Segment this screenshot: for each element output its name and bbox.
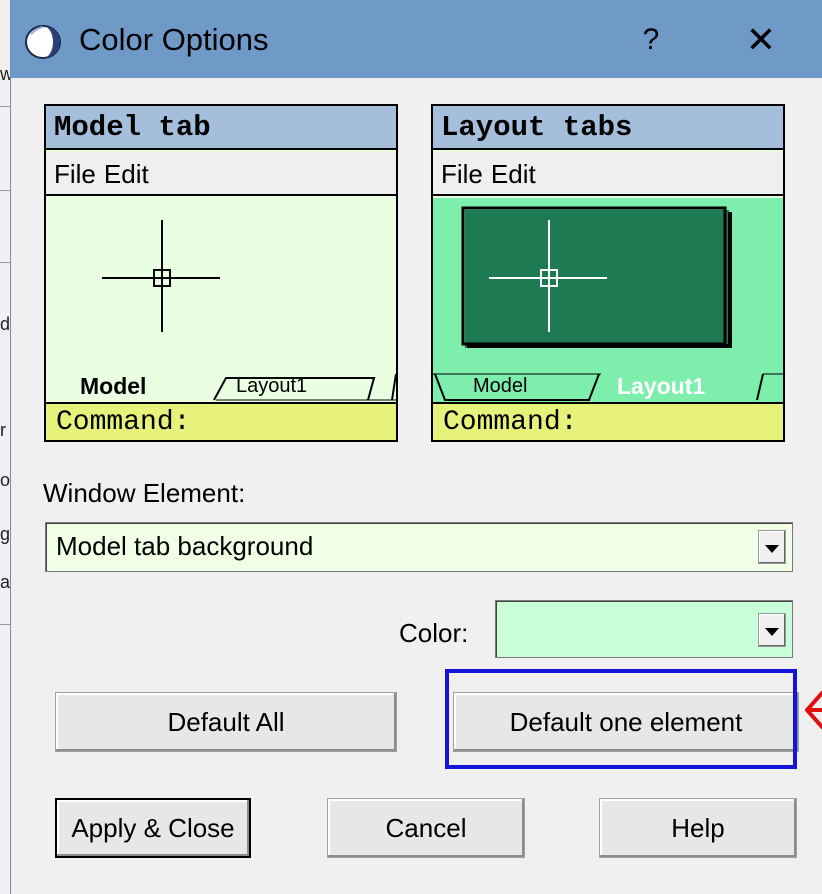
preview-header: Model tab (46, 106, 396, 150)
background-text: r (0, 420, 6, 440)
color-options-dialog: Color Options ? ✕ Model tab File Edit Mod… (10, 0, 822, 894)
model-preview-tabs: Model Layout1 (46, 370, 396, 402)
preview-header: Layout tabs (433, 106, 783, 150)
paper-sheet-icon (461, 206, 732, 348)
default-one-element-button[interactable]: Default one element (453, 692, 799, 752)
preview-menu: File Edit (433, 152, 783, 196)
crosshair-icon (102, 220, 220, 332)
arrow-icon (805, 690, 822, 730)
cancel-button[interactable]: Cancel (327, 798, 525, 858)
window-element-value: Model tab background (56, 531, 314, 561)
tab-layout1: Layout1 (236, 375, 308, 397)
background-text: o (0, 470, 11, 490)
color-label: Color: (399, 618, 469, 648)
command-line: Command: (433, 402, 783, 440)
model-drawing-area[interactable] (46, 198, 396, 370)
dialog-title: Color Options (79, 22, 269, 57)
tab-model: Model (80, 373, 147, 399)
layout-drawing-area[interactable] (433, 198, 783, 370)
window-element-dropdown[interactable]: Model tab background (45, 522, 793, 572)
tab-model: Model (473, 375, 528, 397)
title-bar[interactable]: Color Options ? ✕ (11, 0, 822, 78)
chevron-down-icon[interactable] (758, 530, 786, 564)
command-line: Command: (46, 402, 396, 440)
preview-menu-edit: Edit (490, 159, 536, 189)
window-element-label: Window Element: (43, 478, 246, 508)
preview-menu-file: File (54, 159, 96, 189)
preview-menu: File Edit (46, 152, 396, 196)
tab-layout1: Layout1 (617, 373, 706, 399)
help-button[interactable]: Help (599, 798, 797, 858)
layout-preview-tabs: Model Layout1 (433, 370, 783, 402)
app-icon (25, 25, 61, 59)
model-tab-preview[interactable]: Model tab File Edit Model Layout1 Command… (44, 104, 398, 442)
layout-tabs-preview[interactable]: Layout tabs File Edit Model Layout1 Comm… (431, 104, 785, 442)
preview-menu-edit: Edit (103, 159, 149, 189)
chevron-down-icon[interactable] (758, 613, 786, 647)
default-all-button[interactable]: Default All (55, 692, 397, 752)
background-text: d (0, 314, 11, 334)
close-icon[interactable]: ✕ (731, 14, 791, 66)
background-text: g (0, 524, 11, 544)
apply-close-button[interactable]: Apply & Close (55, 798, 251, 858)
preview-menu-file: File (441, 159, 483, 189)
background-text: a (0, 572, 11, 592)
color-dropdown[interactable] (495, 600, 793, 658)
help-icon[interactable]: ? (621, 18, 681, 62)
